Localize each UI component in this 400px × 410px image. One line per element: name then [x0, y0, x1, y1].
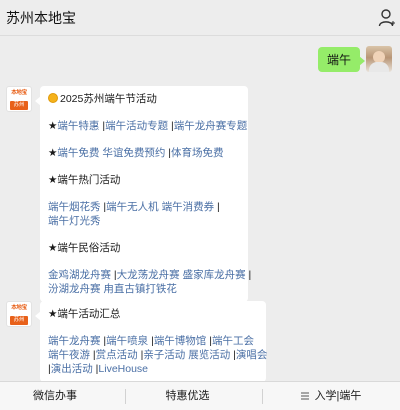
link-fenhu-luzhi[interactable]: 汾湖龙舟赛 甪直古镇打铁花: [48, 283, 177, 295]
bot-message-bubble: 2025苏州端午节活动 ★端午特惠 |端午活动专题 |端午龙舟赛专题 ★端午免费…: [35, 86, 252, 302]
link-light-show[interactable]: 端午灯光秀: [48, 215, 101, 227]
link-scenic[interactable]: 赏点活动: [96, 349, 138, 361]
menu-list-icon: [300, 392, 309, 400]
user-avatar[interactable]: [366, 46, 392, 72]
section-special: ★端午特惠 |端午活动专题 |端午龙舟赛专题: [48, 120, 248, 132]
coin-icon: [48, 93, 58, 103]
menu-school-duanwu-label: 入学|端午: [314, 390, 362, 402]
section-hot-links: 端午烟花秀 |端午无人机 端午消费券 |: [48, 201, 220, 213]
link-fountain[interactable]: 端午喷泉: [106, 335, 148, 347]
link-night-tour[interactable]: 端午夜游: [48, 349, 90, 361]
bottom-menu: 微信办事 特惠优选 入学|端午: [0, 381, 400, 410]
avatar-brand-text: 本地宝: [11, 90, 27, 96]
user-message-row: 端午: [292, 46, 392, 72]
link-dalongdang[interactable]: 大龙荡龙舟赛 盛家库龙舟赛: [117, 269, 246, 281]
section-folk-heading: ★端午民俗活动: [48, 242, 121, 254]
user-message-bubble: 端午: [317, 47, 366, 72]
menu-wechat-services[interactable]: 微信办事: [0, 382, 110, 410]
user-profile-icon[interactable]: [378, 8, 396, 28]
link-drone-voucher[interactable]: 端午无人机 端午消费券: [106, 201, 214, 213]
menu-school-duanwu[interactable]: 入学|端午: [262, 382, 400, 410]
message-title: 2025苏州端午节活动: [48, 92, 240, 106]
link-special-offer[interactable]: 端午特惠: [57, 120, 99, 132]
link-dragonboat[interactable]: 端午龙舟赛: [48, 335, 101, 347]
link-free-huayi[interactable]: 端午免费 华谊免费预约: [57, 147, 165, 159]
bot-avatar[interactable]: 本地宝 苏州: [6, 301, 32, 327]
link-dragonboat-topic[interactable]: 端午龙舟赛专题: [174, 120, 248, 132]
section-free: ★端午免费 华谊免费预约 |体育场免费: [48, 147, 224, 159]
bot-message-bubble: ★端午活动汇总 端午龙舟赛 |端午喷泉 |端午博物馆 |端午工会 端午夜游 |赏…: [35, 301, 268, 382]
section-folk-links: 金鸡湖龙舟赛 |大龙荡龙舟赛 盛家库龙舟赛 |: [48, 269, 252, 281]
link-concert[interactable]: 演唱会: [236, 349, 268, 361]
link-union[interactable]: 端午工会: [212, 335, 254, 347]
account-title: 苏州本地宝: [6, 10, 76, 26]
link-jinji-lake[interactable]: 金鸡湖龙舟赛: [48, 269, 111, 281]
section-hot-heading: ★端午热门活动: [48, 174, 121, 186]
link-stadium-free[interactable]: 体育场免费: [171, 147, 224, 159]
link-performance[interactable]: 演出活动: [51, 363, 93, 375]
user-message-text: 端午: [326, 53, 351, 67]
link-fireworks[interactable]: 端午烟花秀: [48, 201, 101, 213]
avatar-city-text: 苏州: [10, 101, 28, 110]
bot-avatar[interactable]: 本地宝 苏州: [6, 86, 32, 112]
link-livehouse[interactable]: LiveHouse: [98, 363, 148, 375]
link-activities-topic[interactable]: 端午活动专题: [105, 120, 168, 132]
top-bar: 苏州本地宝: [0, 0, 400, 36]
summary-heading: ★端午活动汇总: [48, 308, 121, 320]
link-museum[interactable]: 端午博物馆: [154, 335, 207, 347]
link-family[interactable]: 亲子活动: [143, 349, 185, 361]
menu-deals[interactable]: 特惠优选: [125, 382, 250, 410]
link-exhibition[interactable]: 展览活动: [188, 349, 230, 361]
